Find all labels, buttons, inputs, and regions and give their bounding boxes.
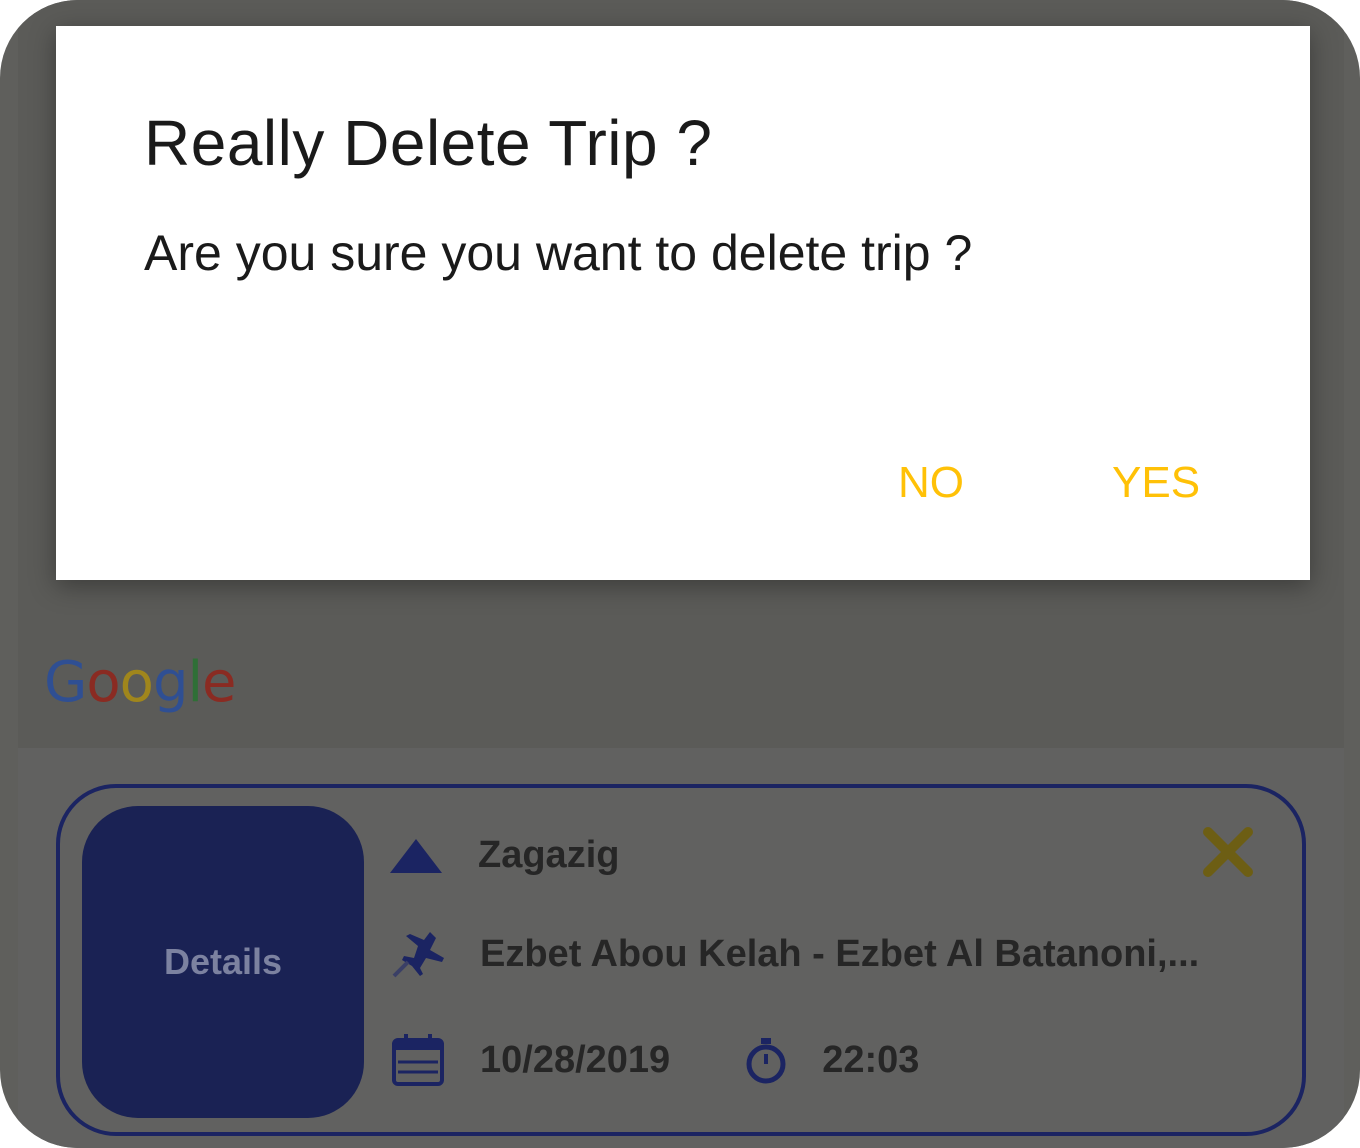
trip-time: 22:03	[822, 1038, 920, 1081]
details-button[interactable]: Details	[82, 806, 364, 1118]
datetime-row: 10/28/2019 22:03	[390, 1032, 919, 1088]
from-row: Zagazig	[390, 834, 619, 877]
app-screen: Google Details Zagazig Ezbet Abou Kelah …	[0, 0, 1360, 1148]
dialog-message: Are you sure you want to delete trip ?	[144, 225, 973, 281]
yes-button[interactable]: YES	[1112, 458, 1200, 508]
close-icon[interactable]	[1202, 826, 1254, 878]
triangle-up-icon	[390, 838, 442, 873]
google-logo: Google	[44, 650, 237, 715]
dialog-title: Really Delete Trip ?	[144, 107, 713, 179]
airplane-icon	[392, 932, 444, 978]
trip-card: Details Zagazig Ezbet Abou Kelah - Ezbet…	[56, 784, 1306, 1136]
to-row: Ezbet Abou Kelah - Ezbet Al Batanoni,...	[390, 928, 1199, 980]
delete-trip-dialog: Really Delete Trip ? Are you sure you wa…	[56, 26, 1310, 580]
no-button[interactable]: NO	[898, 458, 964, 508]
to-location: Ezbet Abou Kelah - Ezbet Al Batanoni,...	[480, 932, 1200, 975]
stopwatch-icon	[746, 1038, 786, 1084]
trip-date: 10/28/2019	[480, 1038, 671, 1081]
calendar-icon	[392, 1034, 444, 1086]
from-location: Zagazig	[478, 834, 620, 876]
